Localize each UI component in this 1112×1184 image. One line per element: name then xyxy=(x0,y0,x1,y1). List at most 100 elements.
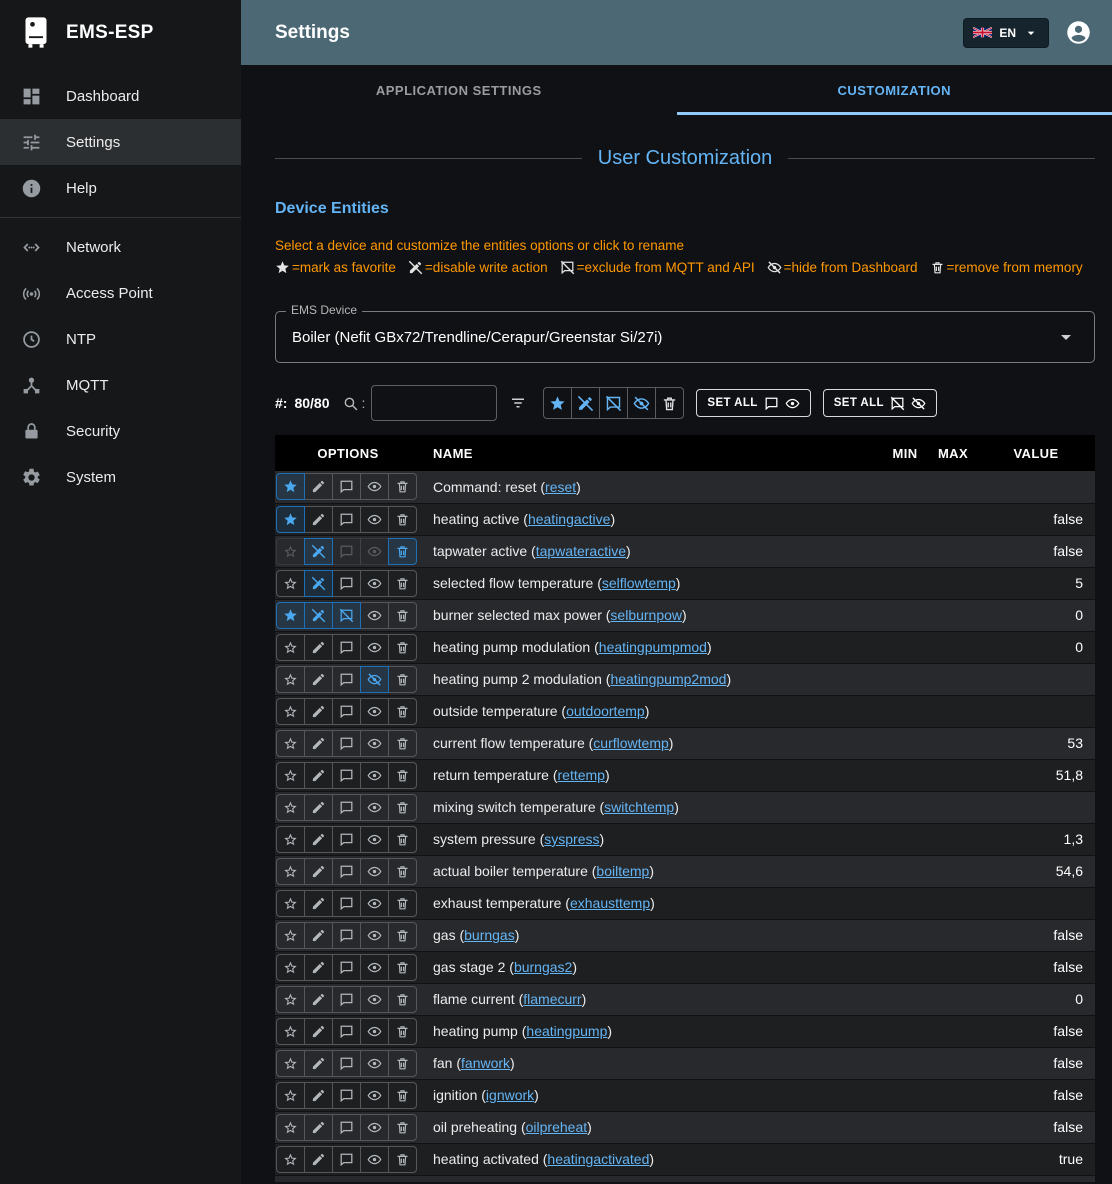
entity-name[interactable]: oil preheating (oilpreheat) xyxy=(421,1111,881,1143)
favorite-toggle[interactable] xyxy=(276,666,305,693)
hide-toggle[interactable] xyxy=(360,826,389,853)
delete-toggle[interactable] xyxy=(388,730,417,757)
disable-write-toggle[interactable] xyxy=(304,794,333,821)
hide-toggle[interactable] xyxy=(360,954,389,981)
delete-toggle[interactable] xyxy=(388,762,417,789)
hide-toggle[interactable] xyxy=(360,1050,389,1077)
disable-write-toggle[interactable] xyxy=(304,730,333,757)
entity-shortname-link[interactable]: switchtemp xyxy=(604,799,674,815)
entity-shortname-link[interactable]: oilpreheat xyxy=(526,1119,588,1135)
account-icon[interactable] xyxy=(1065,19,1092,46)
search-input[interactable] xyxy=(371,385,497,421)
entity-shortname-link[interactable]: heatingpumpmod xyxy=(599,639,707,655)
delete-toggle[interactable] xyxy=(388,602,417,629)
sidebar-item-settings[interactable]: Settings xyxy=(0,119,241,165)
favorite-toggle[interactable] xyxy=(276,890,305,917)
entity-shortname-link[interactable]: heatingpump xyxy=(526,1023,607,1039)
mqtt-exclude-toggle[interactable] xyxy=(332,570,361,597)
mqtt-exclude-toggle[interactable] xyxy=(332,698,361,725)
mqtt-exclude-toggle[interactable] xyxy=(332,826,361,853)
entity-name[interactable]: selected flow temperature (selflowtemp) xyxy=(421,567,881,599)
mqtt-exclude-toggle[interactable] xyxy=(332,506,361,533)
entity-name[interactable]: ignition (ignwork) xyxy=(421,1079,881,1111)
ems-device-select[interactable]: EMS Device Boiler (Nefit GBx72/Trendline… xyxy=(275,311,1095,363)
disable-write-toggle[interactable] xyxy=(304,954,333,981)
delete-toggle[interactable] xyxy=(388,538,417,565)
entity-name[interactable]: system pressure (syspress) xyxy=(421,823,881,855)
entity-name[interactable]: exhaust temperature (exhausttemp) xyxy=(421,887,881,919)
delete-toggle[interactable] xyxy=(388,1050,417,1077)
entity-name[interactable]: Command: reset (reset) xyxy=(421,471,881,503)
mqtt-excluded-filter-toggle[interactable] xyxy=(599,387,628,419)
entity-name[interactable]: actual boiler temperature (boiltemp) xyxy=(421,855,881,887)
sidebar-item-dashboard[interactable]: Dashboard xyxy=(0,73,241,119)
disable-write-toggle[interactable] xyxy=(304,1050,333,1077)
hide-toggle[interactable] xyxy=(360,922,389,949)
entity-name[interactable]: current flow temperature (curflowtemp) xyxy=(421,727,881,759)
entity-name[interactable]: heating active (heatingactive) xyxy=(421,503,881,535)
delete-toggle[interactable] xyxy=(388,986,417,1013)
entity-shortname-link[interactable]: selburnpow xyxy=(610,607,682,623)
entity-name[interactable]: gas stage 2 (burngas2) xyxy=(421,951,881,983)
entity-name[interactable]: heating pump modulation (heatingpumpmod) xyxy=(421,631,881,663)
entity-shortname-link[interactable]: heatingactive xyxy=(528,511,611,527)
delete-toggle[interactable] xyxy=(388,634,417,661)
favorite-toggle[interactable] xyxy=(276,602,305,629)
favorite-toggle[interactable] xyxy=(276,922,305,949)
delete-toggle[interactable] xyxy=(388,922,417,949)
delete-toggle[interactable] xyxy=(388,1082,417,1109)
entity-shortname-link[interactable]: flamecurr xyxy=(523,991,581,1007)
entity-shortname-link[interactable]: selflowtemp xyxy=(602,575,676,591)
entity-name[interactable]: tapwater active (tapwateractive) xyxy=(421,535,881,567)
mqtt-exclude-toggle[interactable] xyxy=(332,986,361,1013)
entity-name[interactable]: outside temperature (outdoortemp) xyxy=(421,695,881,727)
favorite-toggle[interactable] xyxy=(276,762,305,789)
hide-toggle[interactable] xyxy=(360,570,389,597)
entity-shortname-link[interactable]: rettemp xyxy=(558,767,605,783)
set-all-show-button[interactable]: SET ALL xyxy=(696,389,810,417)
hide-toggle[interactable] xyxy=(360,602,389,629)
delete-toggle[interactable] xyxy=(388,1018,417,1045)
disable-write-toggle[interactable] xyxy=(304,826,333,853)
hide-toggle[interactable] xyxy=(360,1114,389,1141)
disable-write-toggle[interactable] xyxy=(304,602,333,629)
disable-write-toggle[interactable] xyxy=(304,538,333,565)
entity-shortname-link[interactable]: outdoortemp xyxy=(566,703,645,719)
sidebar-item-mqtt[interactable]: MQTT xyxy=(0,362,241,408)
entity-name[interactable]: heating activated (heatingactivated) xyxy=(421,1143,881,1175)
mqtt-exclude-toggle[interactable] xyxy=(332,762,361,789)
entity-shortname-link[interactable]: heatingpump2mod xyxy=(610,671,726,687)
mqtt-exclude-toggle[interactable] xyxy=(332,730,361,757)
favorite-toggle[interactable] xyxy=(276,1146,305,1173)
delete-toggle[interactable] xyxy=(388,890,417,917)
mqtt-exclude-toggle[interactable] xyxy=(332,666,361,693)
favorite-toggle[interactable] xyxy=(276,794,305,821)
favorite-toggle[interactable] xyxy=(276,730,305,757)
favorite-toggle[interactable] xyxy=(276,826,305,853)
favorite-toggle[interactable] xyxy=(276,506,305,533)
favorite-toggle[interactable] xyxy=(276,986,305,1013)
hide-toggle[interactable] xyxy=(360,506,389,533)
delete-toggle[interactable] xyxy=(388,858,417,885)
hide-toggle[interactable] xyxy=(360,986,389,1013)
sidebar-item-system[interactable]: System xyxy=(0,454,241,500)
delete-toggle[interactable] xyxy=(388,506,417,533)
favorite-toggle[interactable] xyxy=(276,1082,305,1109)
delete-toggle[interactable] xyxy=(388,1114,417,1141)
mqtt-exclude-toggle[interactable] xyxy=(332,858,361,885)
mqtt-exclude-toggle[interactable] xyxy=(332,1082,361,1109)
entity-shortname-link[interactable]: boiltemp xyxy=(596,863,649,879)
disable-write-toggle[interactable] xyxy=(304,922,333,949)
delete-toggle[interactable] xyxy=(388,794,417,821)
disable-write-toggle[interactable] xyxy=(304,570,333,597)
hide-toggle[interactable] xyxy=(360,538,389,565)
entity-shortname-link[interactable]: fanwork xyxy=(461,1055,510,1071)
favorite-filter-toggle[interactable] xyxy=(543,387,572,419)
entity-name[interactable]: fan (fanwork) xyxy=(421,1047,881,1079)
mqtt-exclude-toggle[interactable] xyxy=(332,1018,361,1045)
favorite-toggle[interactable] xyxy=(276,634,305,661)
tab-application-settings[interactable]: APPLICATION SETTINGS xyxy=(241,65,677,115)
disable-write-toggle[interactable] xyxy=(304,506,333,533)
hide-toggle[interactable] xyxy=(360,762,389,789)
entity-name[interactable]: mixing switch temperature (switchtemp) xyxy=(421,791,881,823)
